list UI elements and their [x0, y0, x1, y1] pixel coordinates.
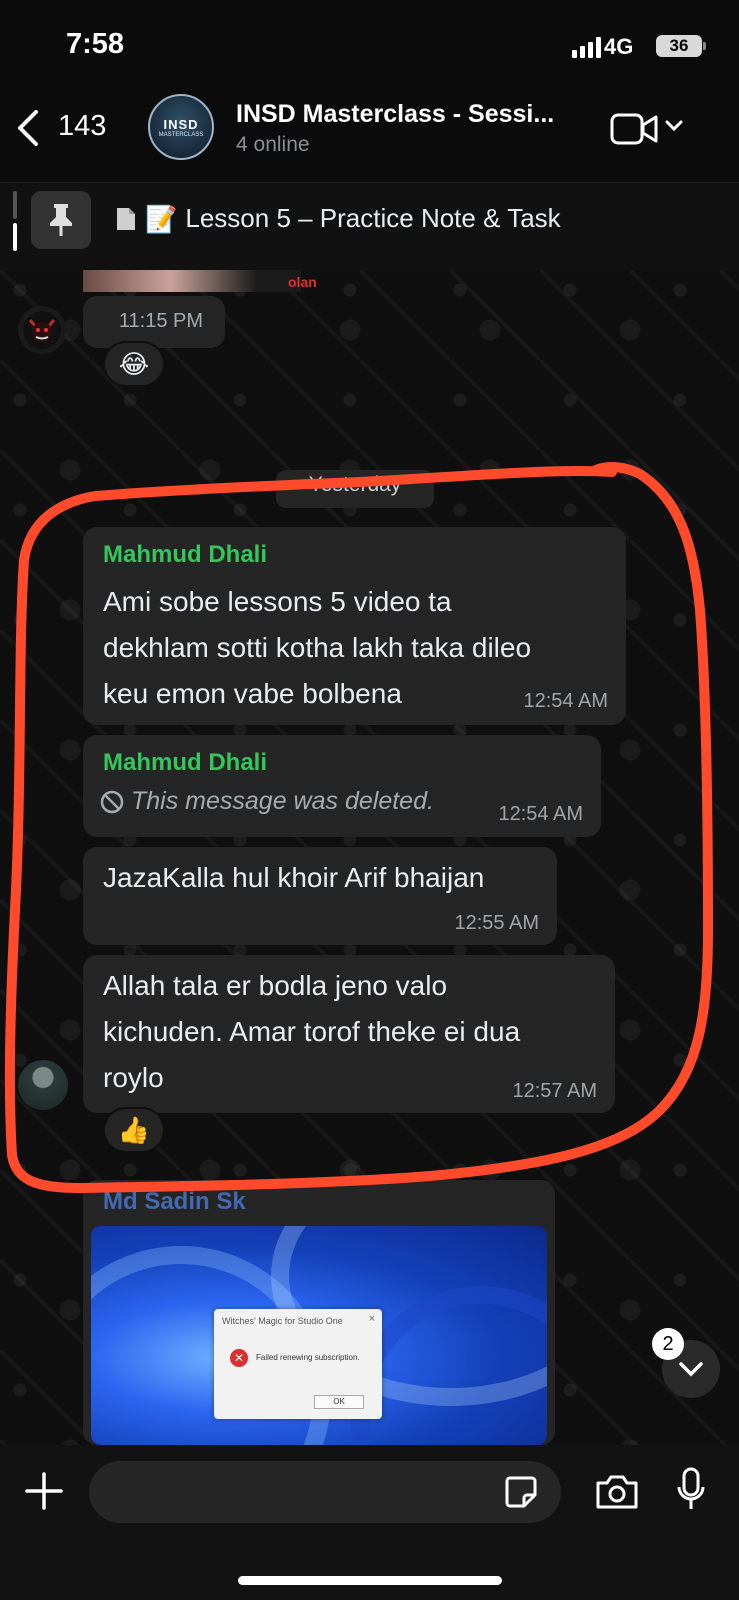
previous-image-fragment[interactable] [83, 270, 301, 292]
dialog-title: Witches' Magic for Studio One [222, 1316, 343, 1326]
pin-button[interactable] [31, 191, 91, 249]
message-bubble[interactable]: Mahmud Dhali Ami sobe lessons 5 video ta… [83, 527, 626, 725]
chevron-left-icon[interactable] [14, 108, 44, 148]
message-input[interactable] [89, 1461, 561, 1523]
sender-name[interactable]: Md Sadin Sk [103, 1188, 246, 1216]
error-icon: ✕ [230, 1349, 248, 1367]
pinned-content: 📝 Lesson 5 – Practice Note & Task [115, 203, 561, 234]
reaction-badge[interactable]: 😂 [103, 341, 165, 387]
sender-name[interactable]: Mahmud Dhali [103, 541, 267, 569]
message-bubble[interactable]: Mahmud Dhali This message was deleted. 1… [83, 735, 601, 837]
message-bubble[interactable]: JazaKalla hul khoir Arif bhaijan 12:55 A… [83, 847, 557, 945]
network-label: 4G [604, 34, 634, 59]
message-text: JazaKalla hul khoir Arif bhaijan [103, 862, 485, 893]
camera-icon[interactable] [594, 1473, 640, 1511]
status-bar: 7:58 4G 36 [0, 0, 739, 90]
chevron-down-icon[interactable] [664, 118, 684, 134]
reaction-badge[interactable]: 👍 [103, 1107, 165, 1153]
sender-name[interactable]: Mahmud Dhali [103, 749, 267, 777]
home-indicator [238, 1576, 502, 1585]
message-bubble[interactable]: Allah tala er bodla jeno valo kichuden. … [83, 955, 615, 1113]
unread-chats-count[interactable]: 143 [58, 110, 106, 143]
deleted-message: This message was deleted. [99, 787, 434, 816]
message-text: Ami sobe lessons 5 video ta dekhlam sott… [103, 586, 532, 709]
date-divider: Yesterday [276, 470, 434, 508]
sender-avatar[interactable] [18, 1060, 68, 1110]
battery-tip [703, 42, 706, 50]
message-time: 12:57 AM [512, 1080, 597, 1102]
memo-icon: 📝 [145, 203, 178, 234]
pinned-text: Lesson 5 – Practice Note & Task [185, 203, 561, 233]
dialog-message: Failed renewing subscription. [256, 1353, 360, 1362]
deleted-text: This message was deleted. [131, 787, 434, 815]
document-icon [117, 207, 135, 230]
group-avatar-subtext: MASTERCLASS [158, 131, 204, 138]
previous-image-text: olan [288, 274, 317, 290]
status-time: 7:58 [66, 28, 125, 60]
message-time: 12:54 AM [523, 690, 608, 712]
message-time: 11:15 PM [118, 310, 203, 332]
group-avatar[interactable]: INSD MASTERCLASS [148, 94, 214, 160]
message-bubble[interactable]: 11:15 PM [83, 296, 225, 348]
signal-icon [572, 36, 601, 58]
online-count: 4 online [236, 133, 310, 156]
screenshot-image[interactable]: Witches' Magic for Studio One × ✕ Failed… [91, 1226, 547, 1445]
message-time: 12:54 AM [498, 803, 583, 825]
plus-icon[interactable] [24, 1471, 64, 1511]
battery-icon: 36 [656, 35, 702, 57]
unread-badge: 2 [652, 1328, 684, 1360]
message-text: Allah tala er bodla jeno valo kichuden. … [103, 970, 521, 1093]
pin-page-indicator [13, 191, 17, 251]
sender-avatar[interactable] [18, 306, 66, 354]
error-dialog: Witches' Magic for Studio One × ✕ Failed… [214, 1309, 382, 1419]
pin-icon [50, 204, 72, 236]
chevron-down-icon [679, 1362, 703, 1377]
sticker-icon[interactable] [504, 1475, 538, 1509]
chat-header: 143 INSD MASTERCLASS INSD Masterclass - … [0, 90, 739, 182]
message-bubble[interactable]: Md Sadin Sk Witches' Magic for Studio On… [83, 1180, 555, 1445]
video-call-icon[interactable] [610, 112, 660, 146]
microphone-icon[interactable] [676, 1467, 706, 1513]
message-composer [0, 1445, 739, 1600]
group-avatar-text: INSD [163, 116, 199, 132]
pinned-message-bar[interactable]: 📝 Lesson 5 – Practice Note & Task [0, 182, 739, 270]
deleted-icon [100, 790, 124, 813]
group-title[interactable]: INSD Masterclass - Sessi... [236, 100, 554, 129]
devil-avatar-icon [23, 311, 61, 349]
message-time: 12:55 AM [454, 912, 539, 934]
close-icon: × [368, 1313, 375, 1325]
dialog-ok-button: OK [314, 1395, 364, 1409]
